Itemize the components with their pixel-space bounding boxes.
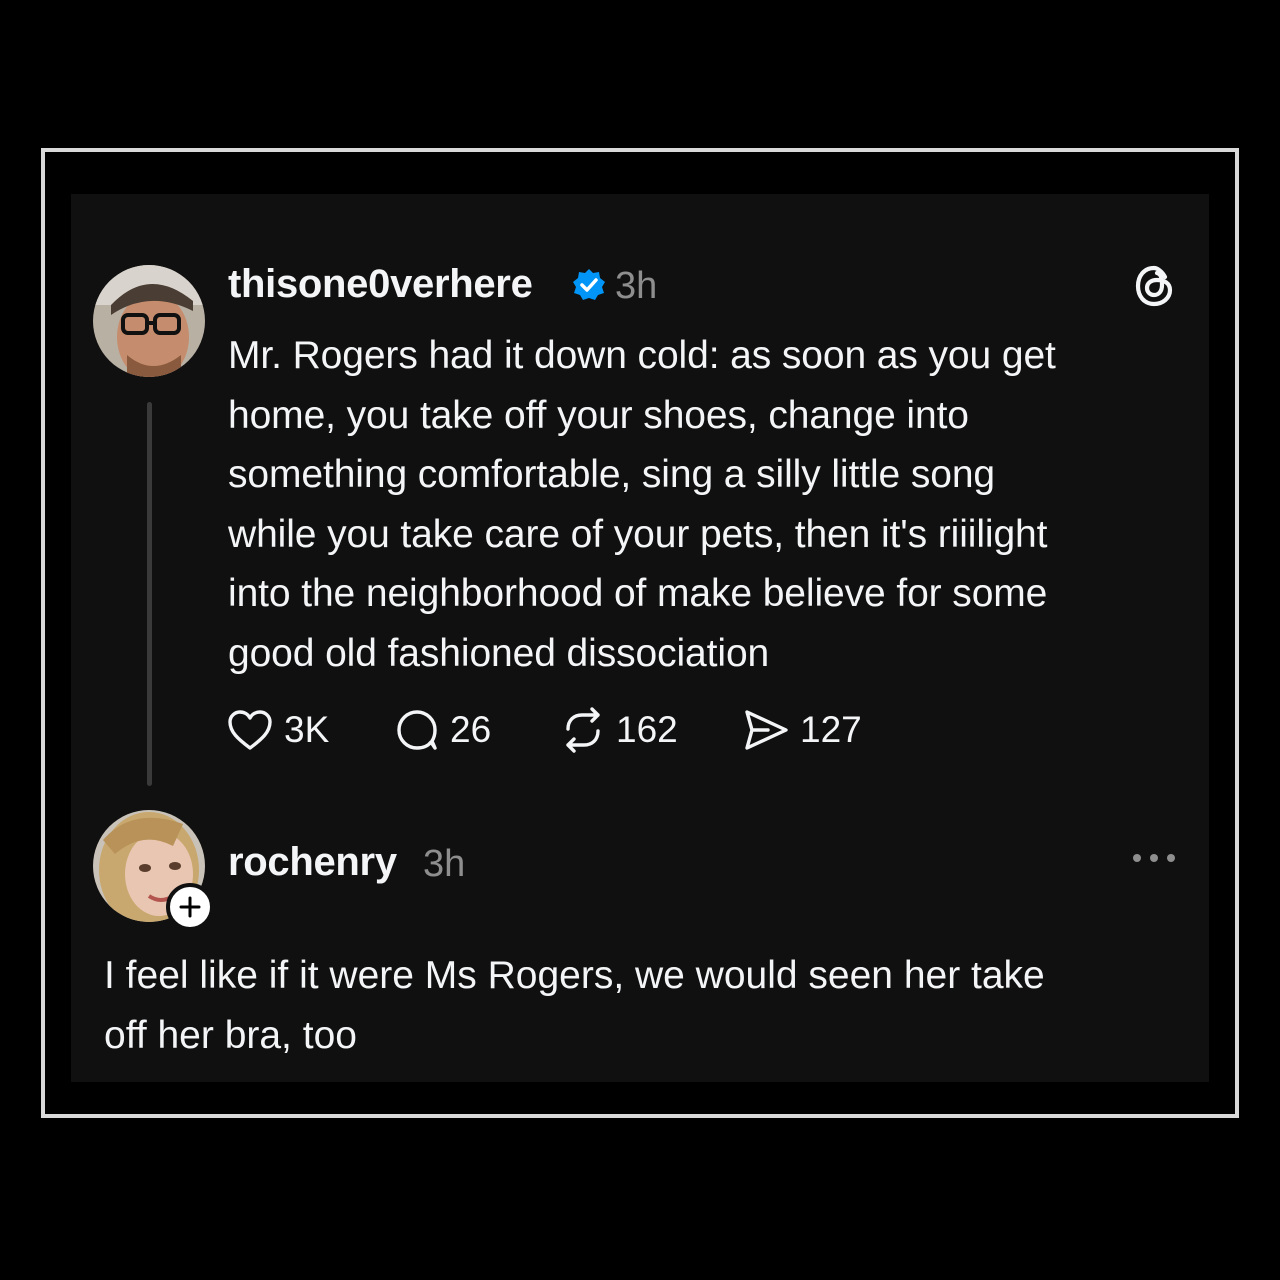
share-count: 127 (800, 709, 862, 750)
reply-time: 3h (423, 843, 466, 885)
comment-count: 26 (450, 709, 492, 750)
author-avatar[interactable] (93, 265, 205, 377)
send-icon (745, 710, 788, 750)
verified-badge-icon (572, 268, 606, 307)
follow-button[interactable] (166, 883, 214, 931)
post-time: 3h (615, 265, 658, 307)
post-line: into the neighborhood of make believe fo… (228, 572, 1048, 615)
post-line: while you take care of your pets, then i… (228, 512, 1048, 556)
heart-icon (228, 710, 272, 750)
post-line: Mr. Rogers had it down cold: as soon as … (228, 334, 1056, 377)
post-line: home, you take off your shoes, change in… (228, 393, 969, 437)
reply-line: off her bra, too (104, 1013, 357, 1057)
more-dots-icon[interactable] (1130, 848, 1178, 873)
post-body: Mr. Rogers had it down cold: as soon as … (228, 326, 1188, 683)
reply-body: I feel like if it were Ms Rogers, we wou… (104, 946, 1184, 1065)
post-line: good old fashioned dissociation (228, 631, 770, 675)
post-line: something comfortable, sing a silly litt… (228, 453, 995, 496)
comment-bubble-icon (397, 710, 437, 750)
repost-icon (566, 707, 600, 753)
share-button[interactable]: 127 (742, 705, 862, 755)
repost-count: 162 (616, 709, 678, 750)
like-button[interactable]: 3K (226, 705, 329, 755)
like-count: 3K (284, 709, 330, 750)
threads-logo-icon[interactable] (1132, 263, 1178, 314)
comment-button[interactable]: 26 (394, 705, 491, 755)
plus-icon (179, 896, 201, 918)
reply-username[interactable]: rochenry (228, 840, 397, 885)
repost-button[interactable]: 162 (560, 705, 678, 755)
reply-line: I feel like if it were Ms Rogers, we wou… (104, 954, 1045, 997)
author-avatar-photo (93, 265, 205, 377)
post-username[interactable]: thisone0verhere (228, 262, 533, 307)
thread-connector-line (147, 402, 152, 786)
